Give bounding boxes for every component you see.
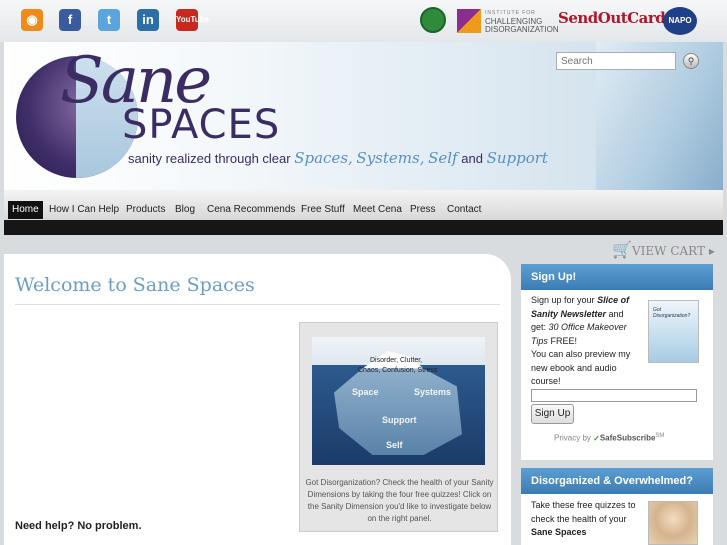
linkedin-icon[interactable]: in xyxy=(137,9,159,31)
icd-text: CHALLENGING DISORGANIZATION xyxy=(485,18,559,34)
ebook-thumbnail[interactable]: Got Disorganization? xyxy=(648,300,699,363)
figure-caption: Got Disorganization? Check the health of… xyxy=(305,478,494,523)
signup-text4: You can also preview my new ebook and au… xyxy=(531,349,631,386)
sanity-dimensions-figure: Disorder, Clutter, Chaos, Confusion, Str… xyxy=(299,322,498,532)
page-title: Welcome to Sane Spaces xyxy=(15,274,255,296)
nav-meet-cena[interactable]: Meet Cena xyxy=(353,201,402,219)
nav-free-stuff[interactable]: Free Stuff xyxy=(301,201,345,219)
quiz-text: Take these free quizzes to check the hea… xyxy=(531,499,641,540)
safesubscribe-icon: ✓ xyxy=(593,433,600,443)
signup-button[interactable]: Sign Up xyxy=(531,404,574,424)
signup-text: Sign up for your Slice of Sanity Newslet… xyxy=(531,294,639,389)
title-divider xyxy=(15,304,500,305)
main-nav: Home How I Can Help Products Blog Cena R… xyxy=(4,190,723,220)
signup-widget: Sign Up! Sign up for your Slice of Sanit… xyxy=(521,264,713,460)
nav-products[interactable]: Products xyxy=(126,201,165,219)
avatar xyxy=(648,501,698,545)
search-input[interactable] xyxy=(556,52,676,70)
view-cart-link[interactable]: 🛒 VIEW CART ▸ xyxy=(612,240,715,262)
iceberg-support[interactable]: Support xyxy=(382,415,417,425)
quiz-heading: Disorganized & Overwhelmed? xyxy=(521,468,713,494)
twitter-icon[interactable]: t xyxy=(98,9,120,31)
sendoutcards-logo[interactable]: SendOutCards xyxy=(558,9,674,35)
tagline: sanity realized through clear Spaces, Sy… xyxy=(128,149,548,167)
nav-how-i-can-help[interactable]: How I Can Help xyxy=(49,201,119,219)
icd-small-text: INSTITUTE FOR xyxy=(485,10,536,16)
top-bar: ◉ f t in YouTube INSTITUTE FOR CHALLENGI… xyxy=(0,0,727,42)
signup-text3: FREE! xyxy=(550,335,577,346)
privacy-label: Privacy by xyxy=(554,433,591,443)
search-icon[interactable]: ⚲ xyxy=(683,53,699,69)
iceberg-line2: Chaos, Confusion, Stress xyxy=(358,367,438,374)
nav-contact[interactable]: Contact xyxy=(447,201,481,219)
quiz-text-body: Take these free quizzes to check the hea… xyxy=(531,500,636,524)
view-cart-text: VIEW CART xyxy=(632,244,705,258)
napo-logo[interactable]: NAPO xyxy=(663,7,697,35)
rss-icon[interactable]: ◉ xyxy=(21,9,43,31)
tagline-prefix: sanity realized through clear xyxy=(128,151,291,166)
facebook-icon[interactable]: f xyxy=(59,9,81,31)
tagline-and: and xyxy=(461,151,483,166)
iceberg-self[interactable]: Self xyxy=(386,440,403,450)
nav-cena-recommends[interactable]: Cena Recommends xyxy=(207,201,295,219)
view-cart-label: VIEW CART ▸ xyxy=(632,244,715,258)
main-content: Welcome to Sane Spaces Disorder, Clutter… xyxy=(4,254,511,545)
iceberg-space[interactable]: Space xyxy=(352,387,379,397)
safesubscribe-label: SafeSubscribe xyxy=(599,433,656,443)
need-help-heading: Need help? No problem. xyxy=(15,520,142,532)
iceberg-line1: Disorder, Clutter, xyxy=(370,357,423,364)
ebook-title: Got Disorganization? xyxy=(653,307,691,319)
partner-seal-icon[interactable] xyxy=(420,7,446,33)
quiz-text-bold[interactable]: Sane Spaces xyxy=(531,527,587,537)
iceberg-systems[interactable]: Systems xyxy=(414,387,451,397)
youtube-icon[interactable]: YouTube xyxy=(176,9,209,31)
signup-heading: Sign Up! xyxy=(521,264,713,290)
tagline-support: Support xyxy=(486,149,548,167)
icd-logo[interactable]: INSTITUTE FOR CHALLENGING DISORGANIZATIO… xyxy=(457,7,559,35)
logo-spaces[interactable]: SPACES xyxy=(122,102,280,148)
cart-icon: 🛒 xyxy=(612,242,632,259)
tagline-spaces: Spaces, xyxy=(294,149,353,167)
safesubscribe-sm: SM xyxy=(655,433,665,439)
icd-line2: DISORGANIZATION xyxy=(485,25,559,34)
email-field[interactable] xyxy=(531,389,697,402)
nav-underbar xyxy=(4,220,723,235)
icd-mark-icon xyxy=(457,9,481,33)
tagline-self: Self xyxy=(428,149,458,167)
tagline-systems: Systems, xyxy=(356,149,425,167)
signup-text1: Sign up for your xyxy=(531,295,595,305)
nav-home[interactable]: Home xyxy=(8,201,43,219)
iceberg-image[interactable]: Disorder, Clutter, Chaos, Confusion, Str… xyxy=(312,337,485,465)
nav-press[interactable]: Press xyxy=(410,201,436,219)
signup-tips: 30 Office Makeover Tips xyxy=(531,322,627,346)
privacy-note[interactable]: Privacy by ✓SafeSubscribeSM xyxy=(554,433,664,443)
nav-blog[interactable]: Blog xyxy=(175,201,195,219)
quiz-widget: Disorganized & Overwhelmed? Take these f… xyxy=(521,468,713,545)
